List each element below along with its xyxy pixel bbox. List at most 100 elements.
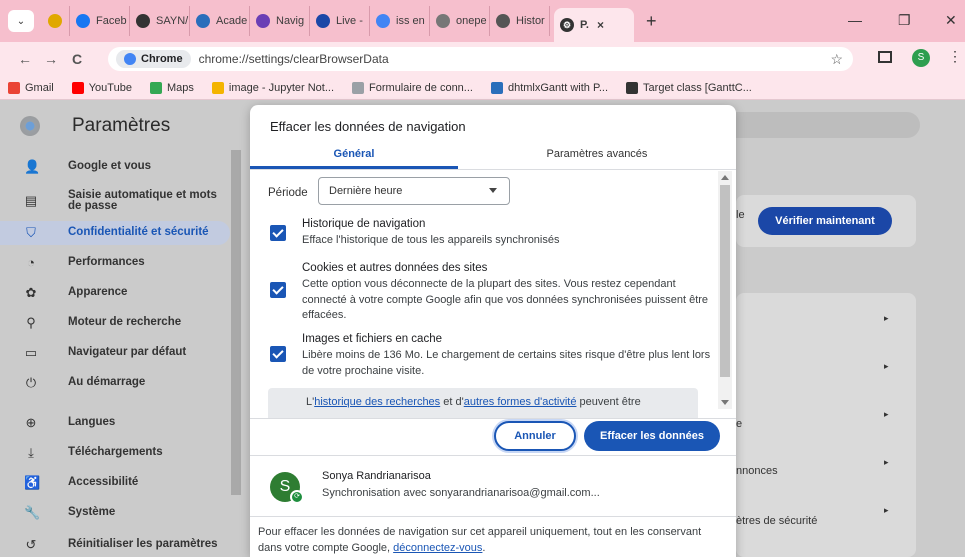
tab-label: Navig <box>276 15 305 27</box>
arrow-right-icon[interactable]: ▸ <box>884 457 889 468</box>
back-icon[interactable]: ← <box>12 51 38 67</box>
tab-label: Histor <box>516 15 545 27</box>
chrome-logo-icon <box>20 116 40 136</box>
info-text: peuvent être <box>576 396 641 408</box>
bookmark-icon <box>626 81 639 94</box>
arrow-right-icon[interactable]: ▸ <box>884 313 889 324</box>
profile-avatar[interactable]: S <box>912 49 930 67</box>
search-history-info: L'historique des recherches et d'autres … <box>268 388 698 418</box>
cookies-checkbox[interactable] <box>270 282 286 298</box>
period-label: Période <box>268 187 308 199</box>
tab-item[interactable]: SAYN/ <box>130 6 190 36</box>
gauge-icon: ◔ <box>27 255 35 270</box>
bookmark-icon <box>352 81 365 94</box>
bookmark-icon <box>490 81 503 94</box>
tab-item[interactable]: onepe <box>430 6 490 36</box>
other-activity-link[interactable]: autres formes d'activité <box>464 396 577 408</box>
sign-out-link[interactable]: déconnectez-vous <box>393 542 482 554</box>
reset-icon: ↺ <box>25 537 37 552</box>
option-desc: Libère moins de 136 Mo. Le chargement de… <box>302 349 711 377</box>
info-text: L' <box>306 396 315 408</box>
tab-label: Faceb <box>96 15 127 27</box>
chip-label: Chrome <box>141 53 183 65</box>
close-window-icon[interactable]: ✕ <box>945 12 957 29</box>
scroll-thumb[interactable] <box>720 185 730 377</box>
sidebar-item-label: Saisie automatique et mots de passe <box>68 189 217 212</box>
sign-out-note: Pour effacer les données de navigation s… <box>258 524 728 556</box>
tab-search-button[interactable]: ⌄ <box>8 10 34 32</box>
side-panel-icon[interactable] <box>878 51 892 63</box>
history-checkbox[interactable] <box>270 225 286 241</box>
bookmark-item[interactable]: Maps <box>149 81 194 94</box>
menu-icon[interactable]: ⋮ <box>948 48 962 65</box>
bookmark-item[interactable]: YouTube <box>71 81 132 94</box>
bookmark-item[interactable]: Target class [GanttC... <box>626 81 752 94</box>
sidebar-item-label: Performances <box>68 256 145 268</box>
dialog-title: Effacer les données de navigation <box>270 119 466 134</box>
cache-checkbox[interactable] <box>270 346 286 362</box>
dialog-scrollbar[interactable] <box>718 171 732 409</box>
accessibility-icon: ♿ <box>24 475 41 490</box>
palette-icon: ✿ <box>25 285 37 300</box>
caret-down-icon <box>489 188 497 193</box>
tab-advanced[interactable]: Paramètres avancés <box>458 141 736 169</box>
sidebar-item-label: Apparence <box>68 286 128 298</box>
option-title: Historique de navigation <box>302 218 426 230</box>
sidebar-item-label: Navigateur par défaut <box>68 346 187 358</box>
tab-item[interactable]: Faceb <box>70 6 130 36</box>
sidebar-item-label: Google et vous <box>68 160 152 172</box>
forward-icon[interactable]: → <box>38 51 64 67</box>
tab-item[interactable]: iss en <box>370 6 430 36</box>
tab-item[interactable]: Navig <box>250 6 310 36</box>
tab-item[interactable]: Live - <box>310 6 370 36</box>
arrow-right-icon[interactable]: ▸ <box>884 361 889 372</box>
period-select[interactable]: Dernière heure <box>318 177 510 205</box>
bookmark-item[interactable]: Gmail <box>8 81 54 94</box>
tab-label: Acade <box>216 15 248 27</box>
bookmark-icon <box>8 81 20 94</box>
bookmark-item[interactable]: dhtmlxGantt with P... <box>490 81 609 94</box>
bookmark-label: Maps <box>166 81 194 94</box>
search-history-link[interactable]: historique des recherches <box>314 396 440 408</box>
bookmark-icon <box>211 81 224 94</box>
new-tab-button[interactable]: + <box>646 11 657 32</box>
tab-label: SAYN/ <box>156 15 189 27</box>
chevron-down-icon: ⌄ <box>16 15 26 27</box>
tab-item[interactable]: Histor <box>490 6 550 36</box>
tab-item[interactable]: Acade <box>190 6 250 36</box>
scroll-down-icon[interactable] <box>721 400 729 405</box>
verify-now-button[interactable]: Vérifier maintenant <box>758 207 892 235</box>
minimize-icon[interactable]: — <box>848 12 862 28</box>
history-icon <box>496 14 510 28</box>
bookmark-label: dhtmlxGantt with P... <box>507 81 609 94</box>
live-icon <box>316 14 330 28</box>
tab-item[interactable] <box>42 6 70 36</box>
close-tab-icon[interactable]: × <box>597 18 604 32</box>
clipboard-icon: ▤ <box>24 193 38 208</box>
sidebar-scrollbar[interactable] <box>231 150 241 495</box>
bookmark-item[interactable]: image - Jupyter Not... <box>211 81 334 94</box>
arrow-right-icon[interactable]: ▸ <box>884 409 889 420</box>
arrow-right-icon[interactable]: ▸ <box>884 505 889 516</box>
flag-icon <box>256 14 270 28</box>
address-bar[interactable]: Chrome chrome://settings/clearBrowserDat… <box>108 47 853 71</box>
restore-icon[interactable]: ❐ <box>898 12 911 29</box>
tab-general[interactable]: Général <box>250 141 458 169</box>
option-title: Cookies et autres données des sites <box>302 262 488 274</box>
cancel-button[interactable]: Annuler <box>494 421 576 451</box>
google-icon <box>376 14 390 28</box>
tab-label: onepe <box>456 15 487 27</box>
bookmark-item[interactable]: Formulaire de conn... <box>352 81 473 94</box>
sync-icon: ⟳ <box>290 490 304 504</box>
scroll-up-icon[interactable] <box>721 175 729 180</box>
facebook-icon <box>76 14 90 28</box>
site-chip[interactable]: Chrome <box>116 50 191 68</box>
account-name: Sonya Randrianarisoa <box>322 470 431 482</box>
tab-settings-active[interactable]: ⚙ P. × <box>554 8 634 42</box>
reload-icon[interactable]: C <box>64 51 90 67</box>
star-icon[interactable]: ☆ <box>830 51 843 68</box>
bg-text-fragment: le <box>736 209 745 221</box>
bg-text-fragment: ètres de sécurité <box>736 515 818 527</box>
clear-data-button[interactable]: Effacer les données <box>584 421 720 451</box>
url-text[interactable]: chrome://settings/clearBrowserData <box>199 52 389 66</box>
